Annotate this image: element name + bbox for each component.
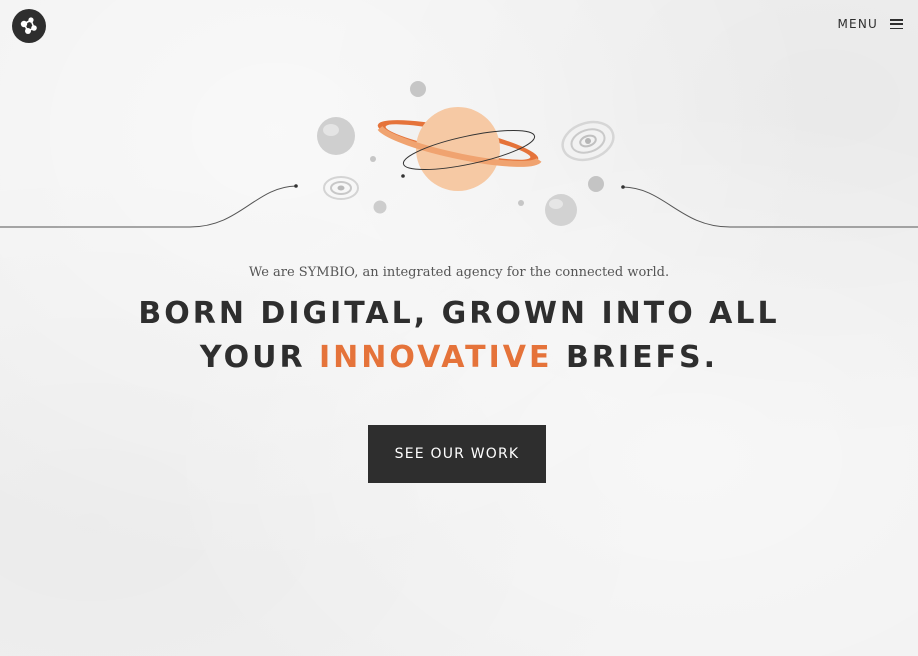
right-line-endpoint (621, 185, 625, 189)
tiny-dot-right (518, 200, 524, 206)
small-moon-top (410, 81, 426, 97)
moon-right (545, 194, 577, 226)
orbit-satellite (401, 174, 405, 178)
headline-accent-word: INNOVATIVE (319, 340, 553, 375)
small-moon-bottom (373, 200, 387, 214)
left-orbit-line (0, 185, 297, 228)
headline-line2-start: YOUR (199, 340, 306, 375)
left-line-endpoint (294, 184, 298, 188)
symbio-molecule-icon (20, 17, 37, 34)
right-orbit-line (622, 186, 918, 228)
see-our-work-button[interactable]: SEE OUR WORK (368, 425, 546, 483)
menu-button[interactable]: MENU (837, 17, 903, 31)
small-moon-right (588, 176, 604, 192)
headline: BORN DIGITAL, GROWN INTO ALL YOUR INNOVA… (0, 292, 918, 380)
moon-left-highlight (323, 124, 339, 136)
hamburger-icon (890, 19, 903, 29)
space-planet-illustration (0, 81, 918, 228)
headline-line1: BORN DIGITAL, GROWN INTO ALL (138, 296, 780, 331)
moon-right-highlight (549, 199, 563, 209)
galaxy-right (561, 120, 615, 162)
moon-left (317, 117, 355, 155)
headline-line2-end: BRIEFS. (565, 340, 719, 375)
tiny-dot-left (370, 156, 376, 162)
galaxy-left (323, 176, 359, 200)
planet (377, 107, 542, 191)
logo-button[interactable] (12, 9, 46, 43)
menu-label: MENU (837, 17, 878, 31)
tagline: We are SYMBIO, an integrated agency for … (248, 265, 670, 280)
